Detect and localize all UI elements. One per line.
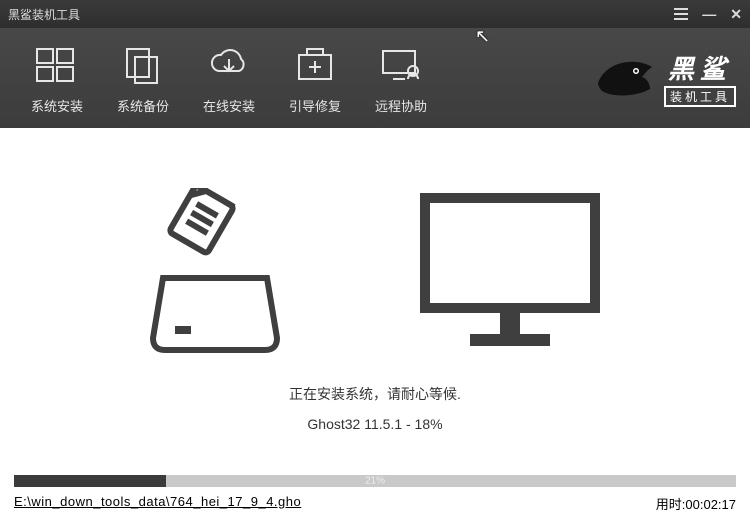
tool-label: 引导修复 xyxy=(289,96,341,115)
progress-percent-label: 21% xyxy=(365,476,385,487)
tool-system-install[interactable]: 系统安装 xyxy=(14,42,100,115)
illustration-row xyxy=(0,128,750,358)
tool-label: 系统备份 xyxy=(117,96,169,115)
minimize-button[interactable]: — xyxy=(702,6,716,22)
progress-fill xyxy=(14,475,166,487)
tool-system-backup[interactable]: 系统备份 xyxy=(100,42,186,115)
footer: E:\win_down_tools_data\764_hei_17_9_4.gh… xyxy=(14,494,736,513)
ghost-progress-text: Ghost32 11.5.1 - 18% xyxy=(0,416,750,432)
window-controls: — ✕ xyxy=(674,6,742,23)
remote-assist-icon xyxy=(379,42,423,88)
file-path-link[interactable]: E:\win_down_tools_data\764_hei_17_9_4.gh… xyxy=(14,494,301,513)
menu-icon[interactable] xyxy=(674,8,688,20)
backup-icon xyxy=(123,42,163,88)
brand-sub: 装机工具 xyxy=(664,86,736,107)
status-message: 正在安装系统，请耐心等候. xyxy=(0,384,750,404)
tool-label: 在线安装 xyxy=(203,96,255,115)
main-content: 正在安装系统，请耐心等候. Ghost32 11.5.1 - 18% 21% E… xyxy=(0,128,750,521)
shark-icon xyxy=(596,55,654,101)
disk-file-icon xyxy=(145,188,285,358)
tool-remote-assist[interactable]: 远程协助 xyxy=(358,42,444,115)
elapsed-time: 用时:00:02:17 xyxy=(656,494,736,513)
toolbar: 系统安装 系统备份 在线安装 引导修复 远程协助 黑鲨 装机工具 xyxy=(0,28,750,128)
progress-bar: 21% xyxy=(14,475,736,487)
cloud-download-icon xyxy=(207,42,251,88)
brand-logo: 黑鲨 装机工具 xyxy=(596,49,736,107)
tool-label: 远程协助 xyxy=(375,96,427,115)
tool-online-install[interactable]: 在线安装 xyxy=(186,42,272,115)
first-aid-icon xyxy=(295,42,335,88)
monitor-icon xyxy=(415,188,605,358)
window-title: 黑鲨装机工具 xyxy=(8,6,674,23)
tool-boot-repair[interactable]: 引导修复 xyxy=(272,42,358,115)
brand-name: 黑鲨 xyxy=(664,49,736,86)
close-button[interactable]: ✕ xyxy=(730,6,742,23)
windows-install-icon xyxy=(35,42,79,88)
tool-label: 系统安装 xyxy=(31,96,83,115)
titlebar: 黑鲨装机工具 — ✕ xyxy=(0,0,750,28)
